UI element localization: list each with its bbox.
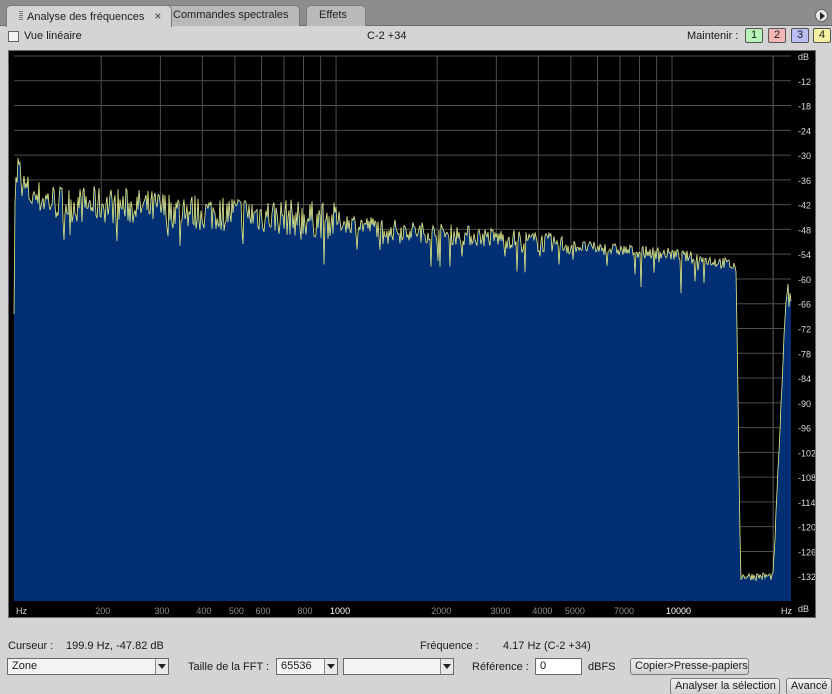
y-tick-label: -42 — [798, 201, 811, 211]
y-tick-label: -36 — [798, 176, 811, 186]
hold-button-1[interactable]: 1 — [745, 28, 763, 43]
y-tick-label: -72 — [798, 325, 811, 335]
y-tick-label: -102 — [798, 448, 815, 458]
chevron-down-icon[interactable] — [155, 659, 168, 674]
cursor-value: 199.9 Hz, -47.82 dB — [66, 640, 164, 652]
x-tick-label: 7000 — [614, 606, 634, 616]
y-tick-label: -12 — [798, 77, 811, 87]
y-tick-label: -18 — [798, 102, 811, 112]
y-tick-label: -60 — [798, 275, 811, 285]
y-tick-label: dB — [798, 604, 809, 614]
x-tick-label: 600 — [256, 606, 271, 616]
fft-size-value: 65536 — [281, 660, 312, 672]
y-tick-label: -132 — [798, 572, 815, 582]
y-tick-label: -126 — [798, 547, 815, 557]
y-tick-label: -90 — [798, 399, 811, 409]
y-tick-label: -78 — [798, 349, 811, 359]
linear-view-checkbox[interactable] — [8, 31, 19, 42]
tab-spectral-controls[interactable]: Commandes spectrales — [160, 5, 300, 26]
tab-frequency-analysis[interactable]: Analyse des fréquences × — [6, 5, 173, 27]
y-tick-label: -108 — [798, 473, 815, 483]
x-tick-label: 3000 — [490, 606, 510, 616]
fft-size-label: Taille de la FFT : — [188, 661, 270, 673]
x-tick-label: Hz — [781, 606, 792, 616]
y-tick-label: -66 — [798, 300, 811, 310]
close-icon[interactable]: × — [154, 9, 161, 23]
x-tick-label: 4000 — [532, 606, 552, 616]
tab-label: Commandes spectrales — [173, 9, 289, 21]
panel-tab-bar: Analyse des fréquences × Commandes spectr… — [0, 0, 832, 27]
cursor-label: Curseur : — [8, 640, 54, 652]
reference-unit: dBFS — [588, 661, 616, 673]
advanced-button[interactable]: Avancé — [786, 678, 832, 694]
x-tick-label: 10000 — [666, 606, 691, 616]
spectrum-fill — [14, 158, 791, 601]
mode-select[interactable]: Zone — [7, 658, 169, 675]
y-tick-label: -48 — [798, 225, 811, 235]
y-tick-label: -30 — [798, 151, 811, 161]
reference-input[interactable]: 0 — [535, 658, 582, 675]
x-tick-label: 800 — [298, 606, 313, 616]
pitch-readout: C-2 +34 — [367, 30, 407, 42]
linear-view-label: Vue linéaire — [24, 30, 82, 42]
y-tick-label: -96 — [798, 424, 811, 434]
hold-button-2[interactable]: 2 — [768, 28, 786, 43]
y-tick-label: -114 — [798, 498, 815, 508]
frequency-value: 4.17 Hz (C-2 +34) — [503, 640, 591, 652]
frequency-label: Fréquence : — [420, 640, 479, 652]
hold-button-3[interactable]: 3 — [791, 28, 809, 43]
chevron-down-icon[interactable] — [440, 659, 453, 674]
analyze-selection-button[interactable]: Analyser la sélection — [670, 678, 780, 694]
copy-clipboard-button[interactable]: Copier>Presse-papiers — [630, 658, 749, 675]
x-tick-label: 400 — [196, 606, 211, 616]
x-tick-label: 500 — [229, 606, 244, 616]
x-tick-label: 5000 — [565, 606, 585, 616]
spectrum-plot[interactable]: dB -12 -18 -24 -30 -36 -42 -48 -54 -60 -66 -72 -78 -8… — [9, 51, 815, 617]
reference-label: Référence : — [472, 661, 529, 673]
mode-select-value: Zone — [12, 660, 38, 672]
tab-label: Analyse des fréquences — [27, 11, 145, 23]
drag-grip-icon[interactable] — [19, 11, 23, 21]
x-tick-label: Hz — [16, 606, 27, 616]
fft-size-select[interactable]: 65536 — [276, 658, 338, 675]
hold-button-4[interactable]: 4 — [813, 28, 831, 43]
x-tick-label: 1000 — [330, 606, 350, 616]
hold-label: Maintenir : — [687, 30, 739, 42]
x-tick-label: 300 — [154, 606, 169, 616]
y-tick-label: -120 — [798, 523, 815, 533]
x-tick-label: 2000 — [431, 606, 451, 616]
tab-label: Effets — [319, 9, 347, 21]
x-tick-label: 200 — [95, 606, 110, 616]
y-tick-label: dB — [798, 52, 809, 62]
tab-effects[interactable]: Effets — [306, 5, 366, 26]
y-tick-label: -24 — [798, 126, 811, 136]
y-tick-label: -54 — [798, 250, 811, 260]
spectrum-graph[interactable]: dB -12 -18 -24 -30 -36 -42 -48 -54 -60 -66 -72 -78 -8… — [8, 50, 816, 618]
chevron-down-icon[interactable] — [324, 659, 337, 674]
y-tick-label: -84 — [798, 374, 811, 384]
window-select[interactable] — [343, 658, 454, 675]
scroll-right-icon[interactable] — [815, 9, 828, 22]
